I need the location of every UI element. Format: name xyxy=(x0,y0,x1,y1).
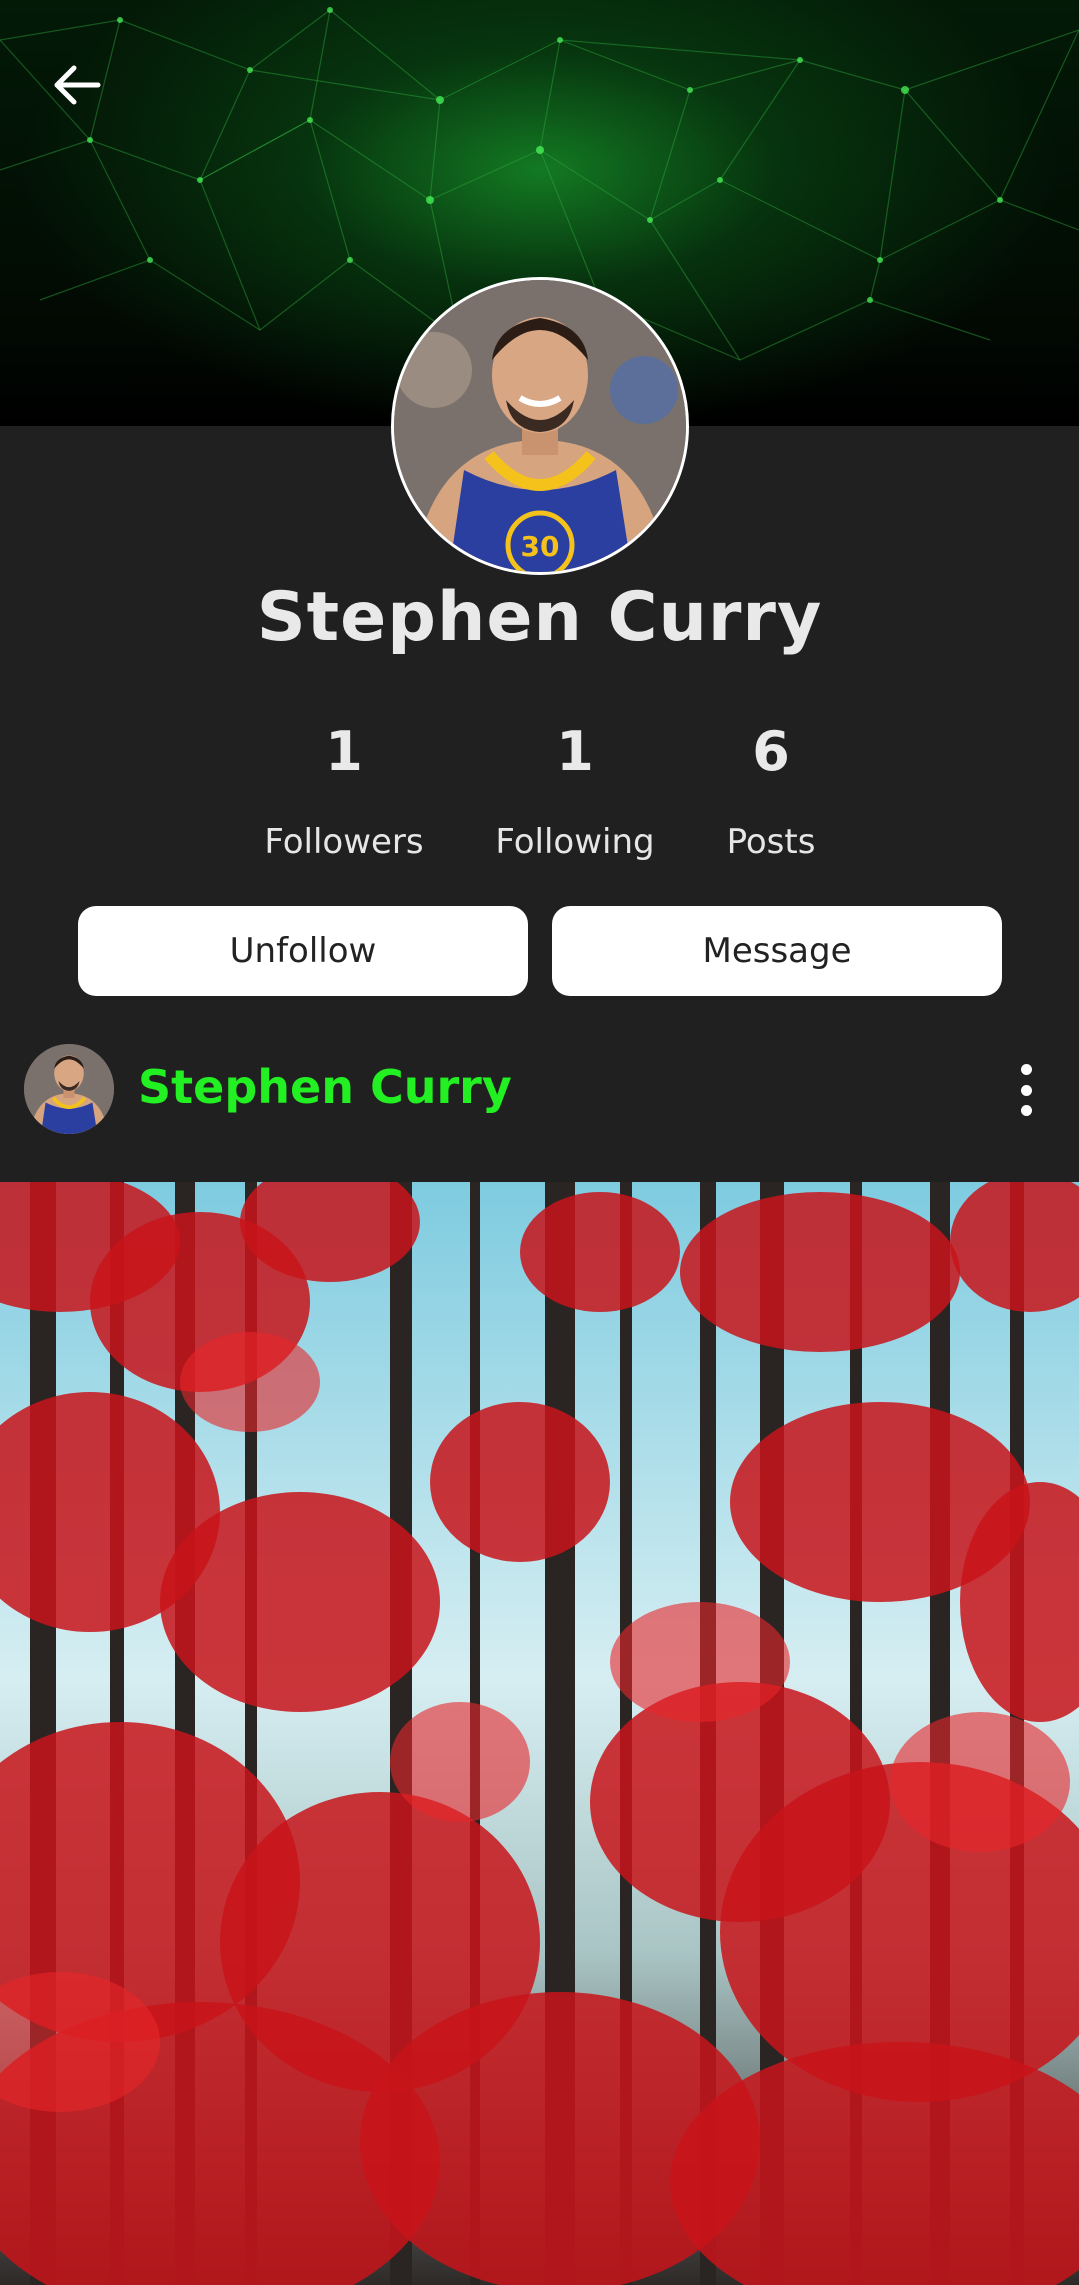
posts-label: Posts xyxy=(726,822,816,862)
followers-count: 1 xyxy=(325,720,363,783)
unfollow-button[interactable]: Unfollow xyxy=(78,906,528,996)
message-button[interactable]: Message xyxy=(552,906,1002,996)
followers-stat[interactable]: 1 Followers xyxy=(244,720,444,862)
posts-count: 6 xyxy=(752,720,790,783)
profile-photo xyxy=(24,1044,114,1134)
profile-photo: 30 xyxy=(394,280,686,572)
arrow-left-icon xyxy=(54,65,101,105)
more-dot xyxy=(1020,1084,1032,1096)
following-stat[interactable]: 1 Following xyxy=(475,720,675,862)
profile-screen: 30 Stephen Curry 1 Followers 1 Following… xyxy=(0,0,1079,2285)
back-button[interactable] xyxy=(50,58,118,126)
posts-stat[interactable]: 6 Posts xyxy=(671,720,871,862)
followers-label: Followers xyxy=(264,822,424,862)
following-count: 1 xyxy=(556,720,594,783)
profile-avatar[interactable]: 30 xyxy=(391,277,689,575)
more-dot xyxy=(1020,1105,1032,1116)
following-label: Following xyxy=(495,822,655,862)
post-image[interactable] xyxy=(0,1182,1079,2285)
post-author-avatar[interactable] xyxy=(24,1044,114,1134)
more-vertical-icon xyxy=(1020,1064,1032,1075)
profile-name: Stephen Curry xyxy=(256,578,823,657)
post-more-button[interactable] xyxy=(1002,1058,1050,1122)
post-author-name[interactable]: Stephen Curry xyxy=(138,1060,512,1114)
svg-text:30: 30 xyxy=(521,530,560,563)
autumn-forest-photo xyxy=(0,1182,1079,2285)
